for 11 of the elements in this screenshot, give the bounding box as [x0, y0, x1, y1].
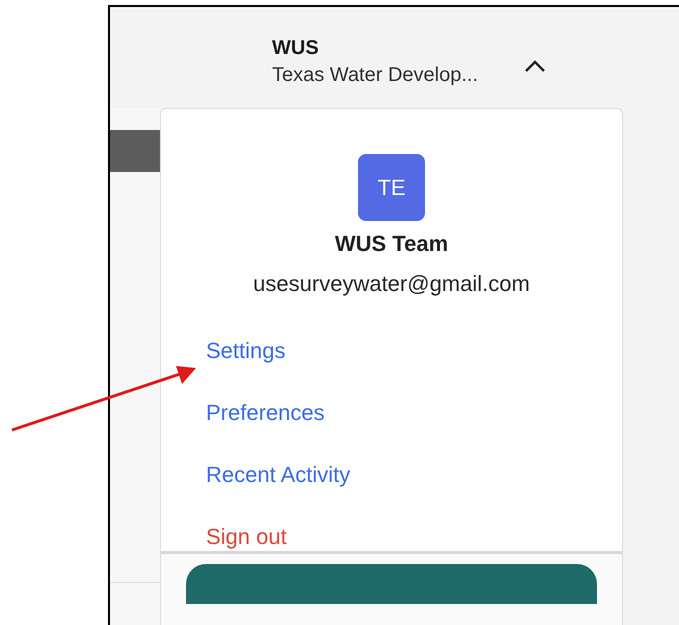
caret-icon[interactable] — [524, 59, 546, 73]
dark-bar — [110, 130, 160, 172]
avatar: TE — [358, 154, 425, 221]
user-email: usesurveywater@gmail.com — [253, 271, 530, 297]
menu-link[interactable]: Sign out — [206, 523, 287, 551]
menu-link[interactable]: Settings — [206, 337, 286, 365]
menu-link[interactable]: Recent Activity — [206, 461, 350, 489]
organization-name: Texas Water Develop... — [272, 64, 478, 87]
menu-link[interactable]: Preferences — [206, 399, 325, 427]
account-title: WUS — [272, 37, 320, 60]
user-name: WUS Team — [334, 231, 448, 257]
